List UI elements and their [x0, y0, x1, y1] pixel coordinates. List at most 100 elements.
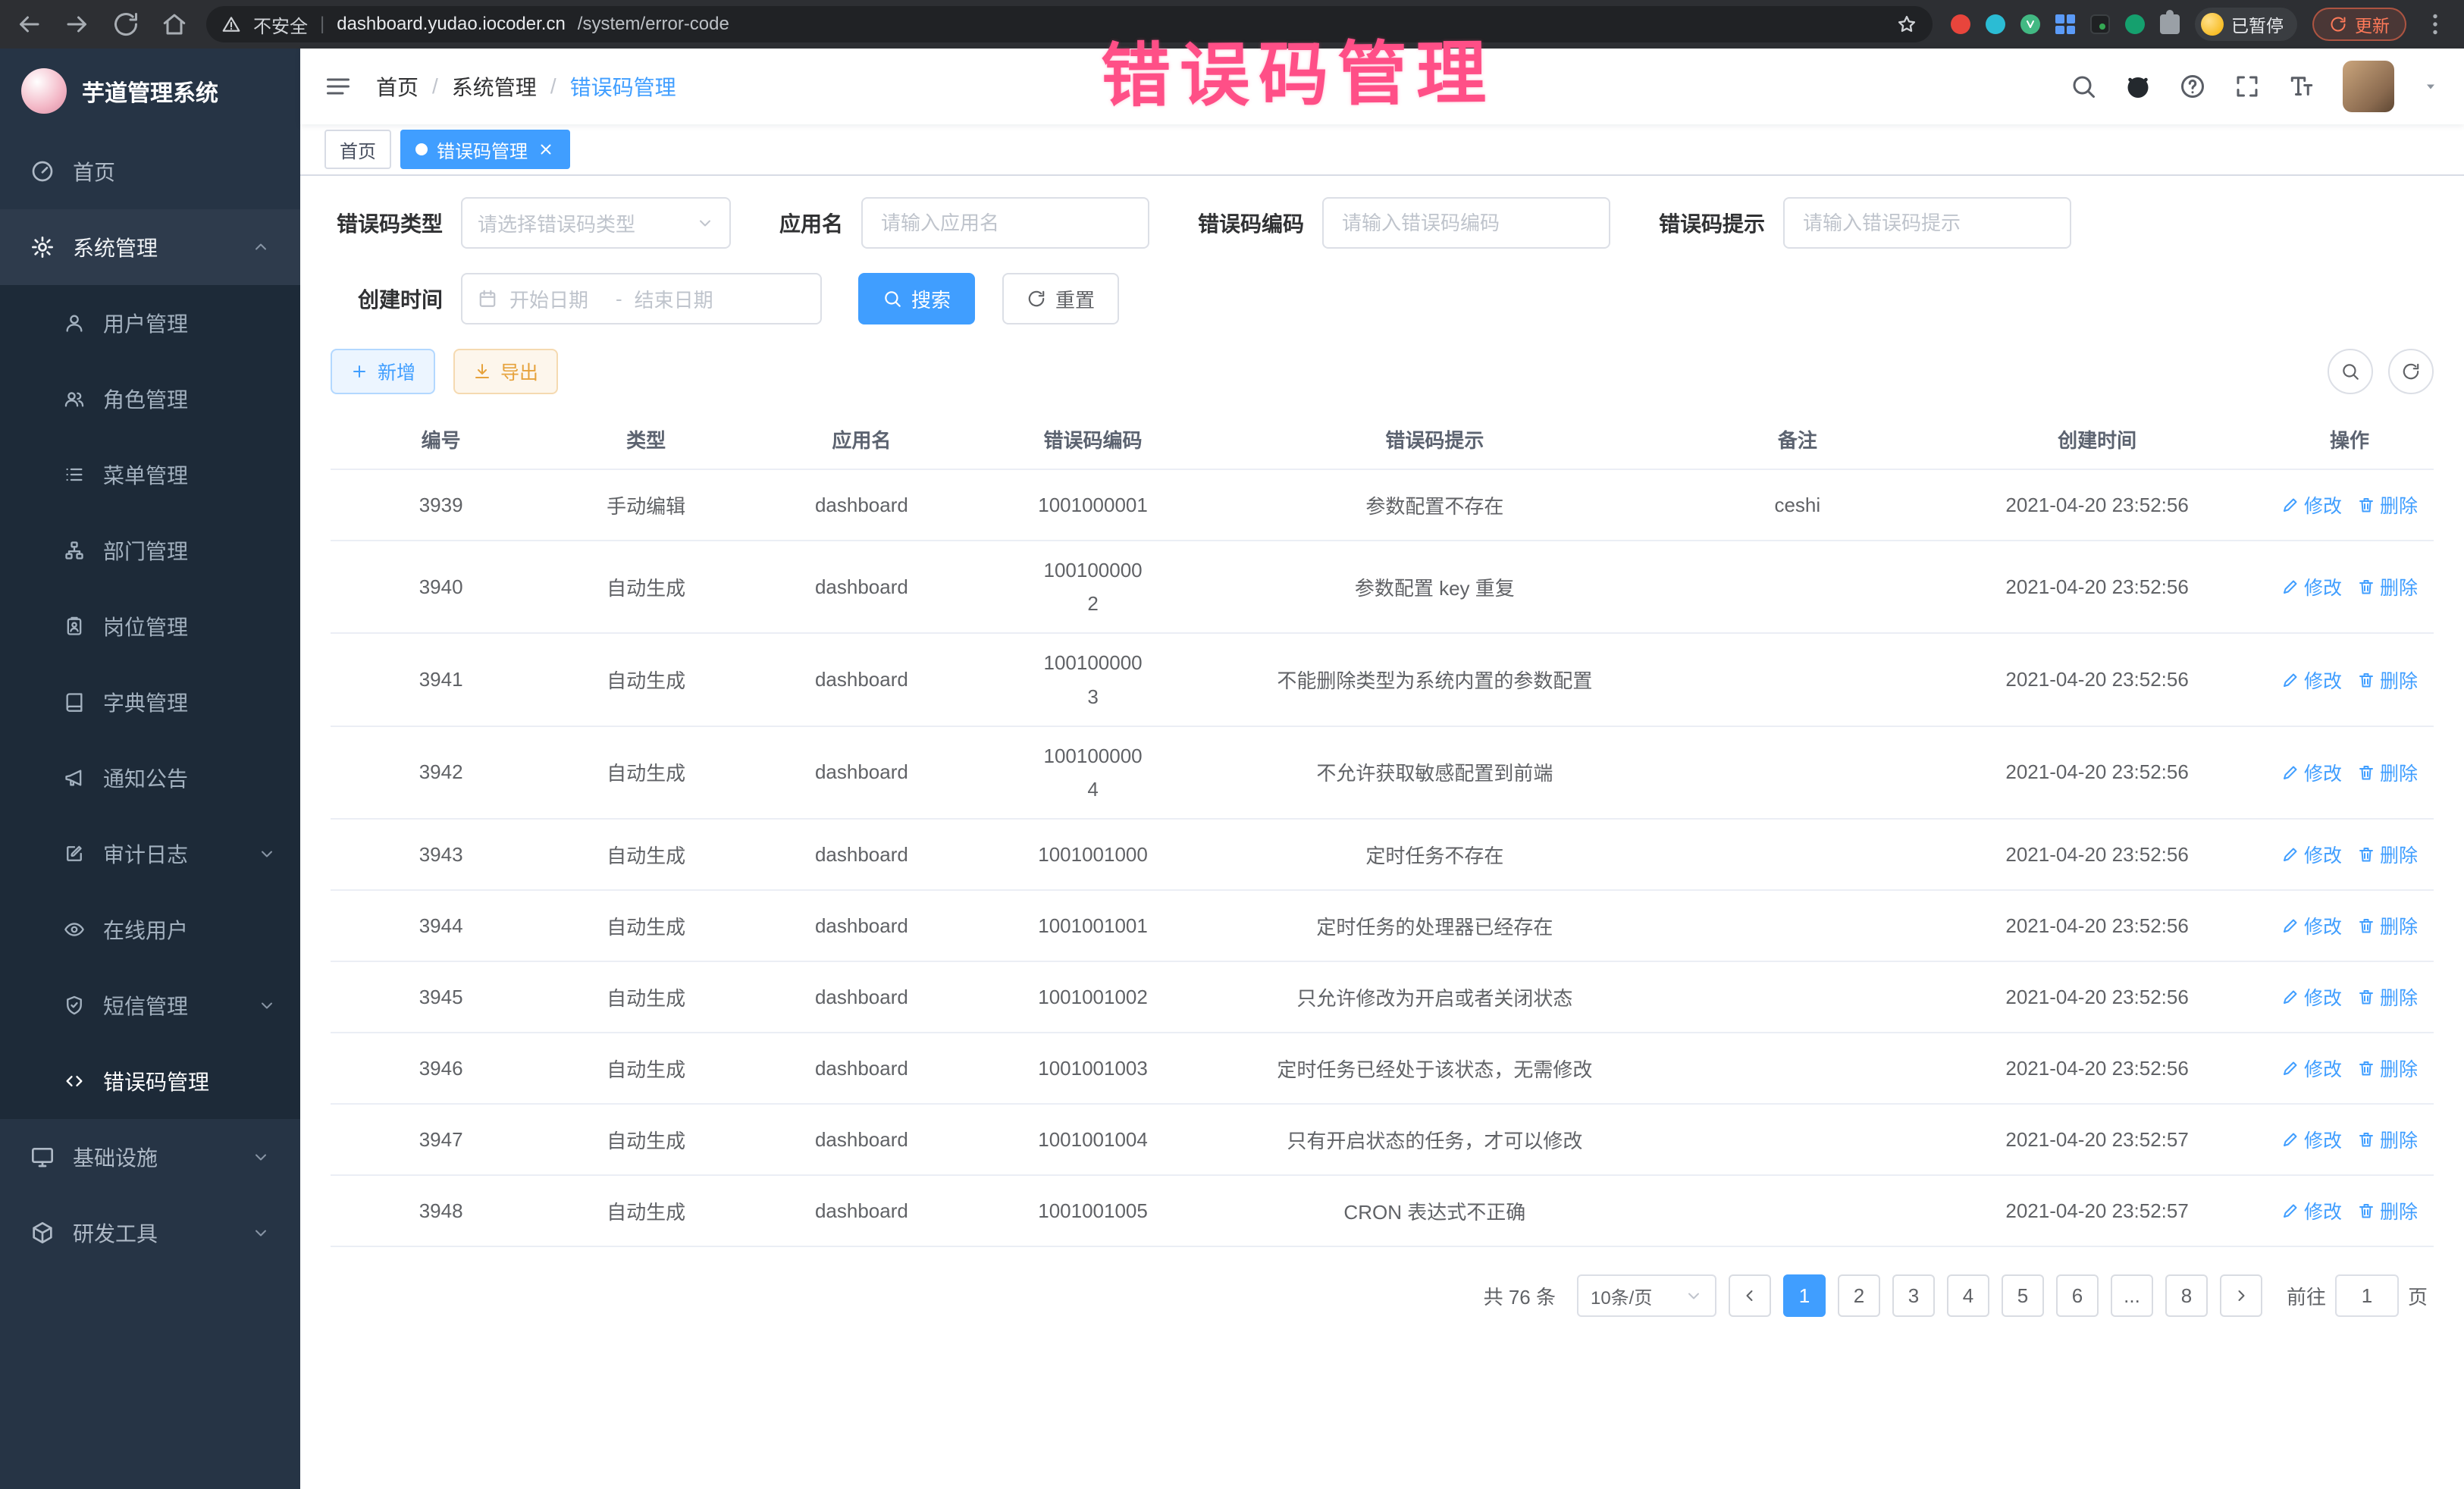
page-button-6[interactable]: 6: [2056, 1274, 2099, 1317]
browser-update-button[interactable]: 更新: [2312, 8, 2406, 41]
user-avatar[interactable]: [2343, 61, 2394, 112]
refresh-table-button[interactable]: [2388, 349, 2434, 394]
edit-link[interactable]: 修改: [2281, 912, 2342, 939]
tab-error-code-management[interactable]: 错误码管理: [400, 130, 570, 169]
delete-link[interactable]: 删除: [2357, 666, 2418, 694]
sidebar-item-menu-management[interactable]: 菜单管理: [0, 437, 300, 513]
error-code-input[interactable]: [1322, 197, 1610, 249]
reload-icon[interactable]: [112, 11, 140, 38]
record-extension-icon[interactable]: [1951, 14, 1970, 34]
cell-id: 3941: [331, 656, 551, 704]
address-bar[interactable]: 不安全 | dashboard.yudao.iocoder.cn/system/…: [206, 6, 1933, 42]
sidebar-item-notice-announcement[interactable]: 通知公告: [0, 740, 300, 816]
export-button[interactable]: 导出: [453, 349, 558, 394]
edit-link[interactable]: 修改: [2281, 841, 2342, 868]
edit-link[interactable]: 修改: [2281, 573, 2342, 600]
page-button-2[interactable]: 2: [1838, 1274, 1880, 1317]
select-placeholder: 请选择错误码类型: [478, 209, 696, 237]
toggle-search-button[interactable]: [2328, 349, 2373, 394]
font-size-icon[interactable]: [2288, 73, 2315, 100]
reset-button-label: 重置: [1055, 285, 1095, 313]
home-icon[interactable]: [161, 11, 188, 38]
back-icon[interactable]: [15, 11, 42, 38]
edit-link[interactable]: 修改: [2281, 1197, 2342, 1224]
caret-down-icon[interactable]: [2422, 77, 2440, 96]
cell-msg: 定时任务的处理器已经存在: [1203, 900, 1666, 952]
delete-link[interactable]: 删除: [2357, 573, 2418, 600]
fullscreen-icon[interactable]: [2234, 73, 2261, 100]
page-button-3[interactable]: 3: [1892, 1274, 1935, 1317]
bookmark-star-icon[interactable]: [1896, 14, 1917, 35]
sidebar-item-user-management[interactable]: 用户管理: [0, 285, 300, 361]
header-search-icon[interactable]: [2070, 73, 2097, 100]
sidebar-item-dept-management[interactable]: 部门管理: [0, 513, 300, 588]
delete-icon: [2357, 1130, 2375, 1149]
edit-link[interactable]: 修改: [2281, 666, 2342, 694]
sidebar-item-infrastructure[interactable]: 基础设施: [0, 1119, 300, 1195]
delete-link[interactable]: 删除: [2357, 759, 2418, 786]
sidebar-item-audit-log[interactable]: 审计日志: [0, 816, 300, 892]
next-page-button[interactable]: [2220, 1274, 2262, 1317]
leaf-extension-icon[interactable]: [2125, 14, 2145, 34]
breadcrumb-system[interactable]: 系统管理: [452, 71, 537, 102]
delete-link[interactable]: 删除: [2357, 1126, 2418, 1153]
browser-menu-kebab-icon[interactable]: [2422, 11, 2449, 38]
goto-page-input[interactable]: [2335, 1274, 2399, 1317]
forward-icon[interactable]: [64, 11, 91, 38]
url-host[interactable]: dashboard.yudao.iocoder.cn: [337, 14, 566, 35]
sidebar-item-post-management[interactable]: 岗位管理: [0, 588, 300, 664]
sidebar-item-dict-management[interactable]: 字典管理: [0, 664, 300, 740]
error-message-input[interactable]: [1783, 197, 2071, 249]
reset-button[interactable]: 重置: [1002, 273, 1119, 324]
edit-link[interactable]: 修改: [2281, 759, 2342, 786]
close-icon[interactable]: [537, 140, 555, 158]
security-label[interactable]: 不安全: [253, 11, 308, 38]
page-button-4[interactable]: 4: [1947, 1274, 1989, 1317]
extensions-puzzle-icon[interactable]: [2160, 14, 2180, 34]
tab-home[interactable]: 首页: [324, 130, 391, 169]
delete-link[interactable]: 删除: [2357, 841, 2418, 868]
edit-link[interactable]: 修改: [2281, 1126, 2342, 1153]
page-button-1[interactable]: 1: [1783, 1274, 1826, 1317]
breadcrumb-home[interactable]: 首页: [376, 71, 419, 102]
sidebar-logo[interactable]: 芋道管理系统: [0, 49, 300, 133]
grid-extension-icon[interactable]: [2055, 14, 2075, 34]
colorpicker-extension-icon[interactable]: [1986, 14, 2005, 34]
error-type-select[interactable]: 请选择错误码类型: [461, 197, 731, 249]
delete-link[interactable]: 删除: [2357, 912, 2418, 939]
sidebar-item-dev-tools[interactable]: 研发工具: [0, 1195, 300, 1271]
date-range-picker[interactable]: 开始日期 - 结束日期: [461, 273, 822, 324]
prev-page-button[interactable]: [1729, 1274, 1771, 1317]
delete-link[interactable]: 删除: [2357, 1197, 2418, 1224]
logo-avatar: [21, 68, 67, 114]
profile-paused-chip[interactable]: 已暂停: [2195, 8, 2297, 41]
delete-link[interactable]: 删除: [2357, 491, 2418, 519]
switch-on-extension-icon[interactable]: [2090, 14, 2110, 34]
security-warning-icon[interactable]: [221, 14, 241, 34]
delete-link[interactable]: 删除: [2357, 983, 2418, 1011]
app-name-input[interactable]: [861, 197, 1149, 249]
edit-icon: [2281, 845, 2299, 864]
sidebar-item-sms-management[interactable]: 短信管理: [0, 967, 300, 1043]
page-button-5[interactable]: 5: [2002, 1274, 2044, 1317]
add-button[interactable]: 新增: [331, 349, 435, 394]
url-path[interactable]: /system/error-code: [578, 14, 729, 35]
sidebar-toggle-hamburger-icon[interactable]: [324, 73, 352, 100]
edit-link[interactable]: 修改: [2281, 491, 2342, 519]
delete-link[interactable]: 删除: [2357, 1055, 2418, 1082]
sidebar-item-system-management[interactable]: 系统管理: [0, 209, 300, 285]
edit-link[interactable]: 修改: [2281, 1055, 2342, 1082]
sidebar-item-online-users[interactable]: 在线用户: [0, 892, 300, 967]
page-button-8[interactable]: 8: [2165, 1274, 2208, 1317]
sidebar-item-home[interactable]: 首页: [0, 133, 300, 209]
edit-link[interactable]: 修改: [2281, 983, 2342, 1011]
table-tools: [2328, 349, 2434, 394]
help-question-icon[interactable]: [2179, 73, 2206, 100]
sidebar-item-role-management[interactable]: 角色管理: [0, 361, 300, 437]
page-ellipsis[interactable]: ...: [2111, 1274, 2153, 1317]
vue-devtools-icon[interactable]: [2020, 14, 2040, 34]
github-icon[interactable]: [2124, 73, 2152, 100]
page-size-select[interactable]: 10条/页: [1577, 1274, 1716, 1317]
search-button[interactable]: 搜索: [858, 273, 975, 324]
sidebar-item-error-code-management[interactable]: 错误码管理: [0, 1043, 300, 1119]
